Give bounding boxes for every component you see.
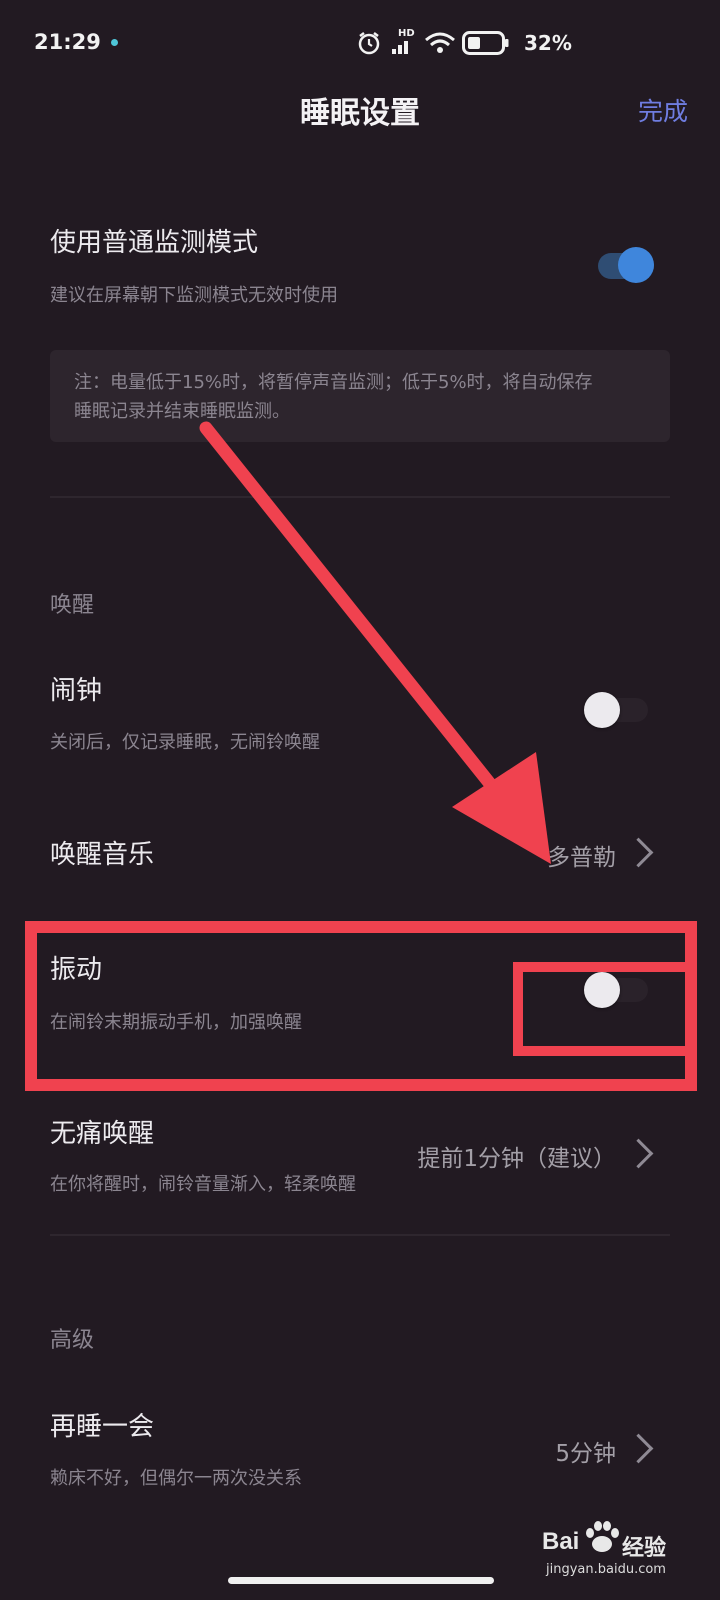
watermark-brand-cn: 经验	[622, 1536, 667, 1561]
watermark-brand: Bai	[542, 1528, 580, 1555]
watermark-url: jingyan.baidu.com	[546, 1562, 666, 1577]
annotation-arrow-icon	[199, 421, 551, 864]
baidu-watermark: Bai 经验 jingyan.baidu.com	[542, 1520, 706, 1590]
home-indicator[interactable]	[228, 1577, 494, 1584]
paw-icon	[586, 1521, 619, 1552]
highlight-box-toggle	[513, 962, 697, 1056]
